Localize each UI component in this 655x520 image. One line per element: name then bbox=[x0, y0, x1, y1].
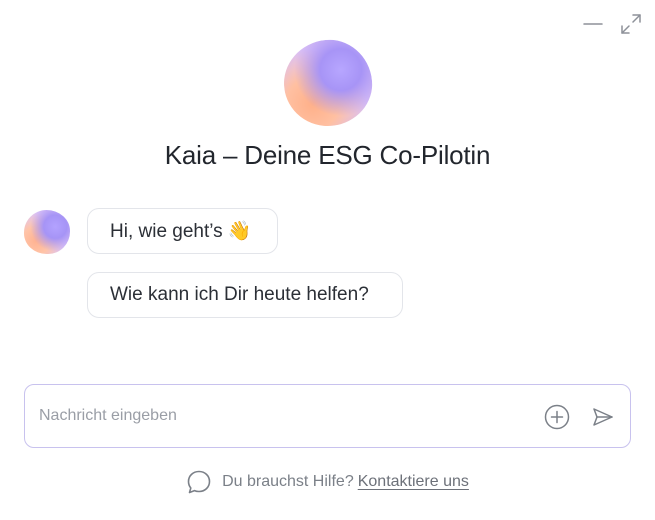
expand-icon bbox=[621, 14, 641, 34]
assistant-avatar bbox=[24, 210, 70, 254]
attach-button[interactable] bbox=[543, 403, 571, 431]
send-icon bbox=[593, 408, 613, 426]
plus-circle-icon bbox=[544, 404, 570, 430]
minimize-icon bbox=[583, 23, 603, 25]
page-title: Kaia – Deine ESG Co-Pilotin bbox=[164, 140, 491, 170]
contact-link[interactable]: Kontaktiere uns bbox=[358, 473, 469, 491]
message-input[interactable] bbox=[39, 397, 519, 435]
minimize-button[interactable] bbox=[581, 12, 605, 36]
assistant-avatar-large bbox=[279, 35, 377, 131]
assistant-message: Wie kann ich Dir heute helfen? bbox=[87, 272, 403, 318]
help-footer: Du brauchst Hilfe? Kontaktiere uns bbox=[0, 469, 655, 495]
chat-bubble-icon bbox=[187, 470, 211, 494]
expand-button[interactable] bbox=[619, 12, 643, 36]
window-controls bbox=[581, 12, 643, 36]
message-composer bbox=[24, 384, 631, 448]
chat-window: Kaia – Deine ESG Co-Pilotin Hi, wie geht… bbox=[0, 0, 655, 520]
send-button[interactable] bbox=[589, 403, 617, 431]
help-text: Du brauchst Hilfe? bbox=[222, 473, 354, 490]
assistant-message: Hi, wie geht’s 👋 bbox=[87, 208, 278, 254]
